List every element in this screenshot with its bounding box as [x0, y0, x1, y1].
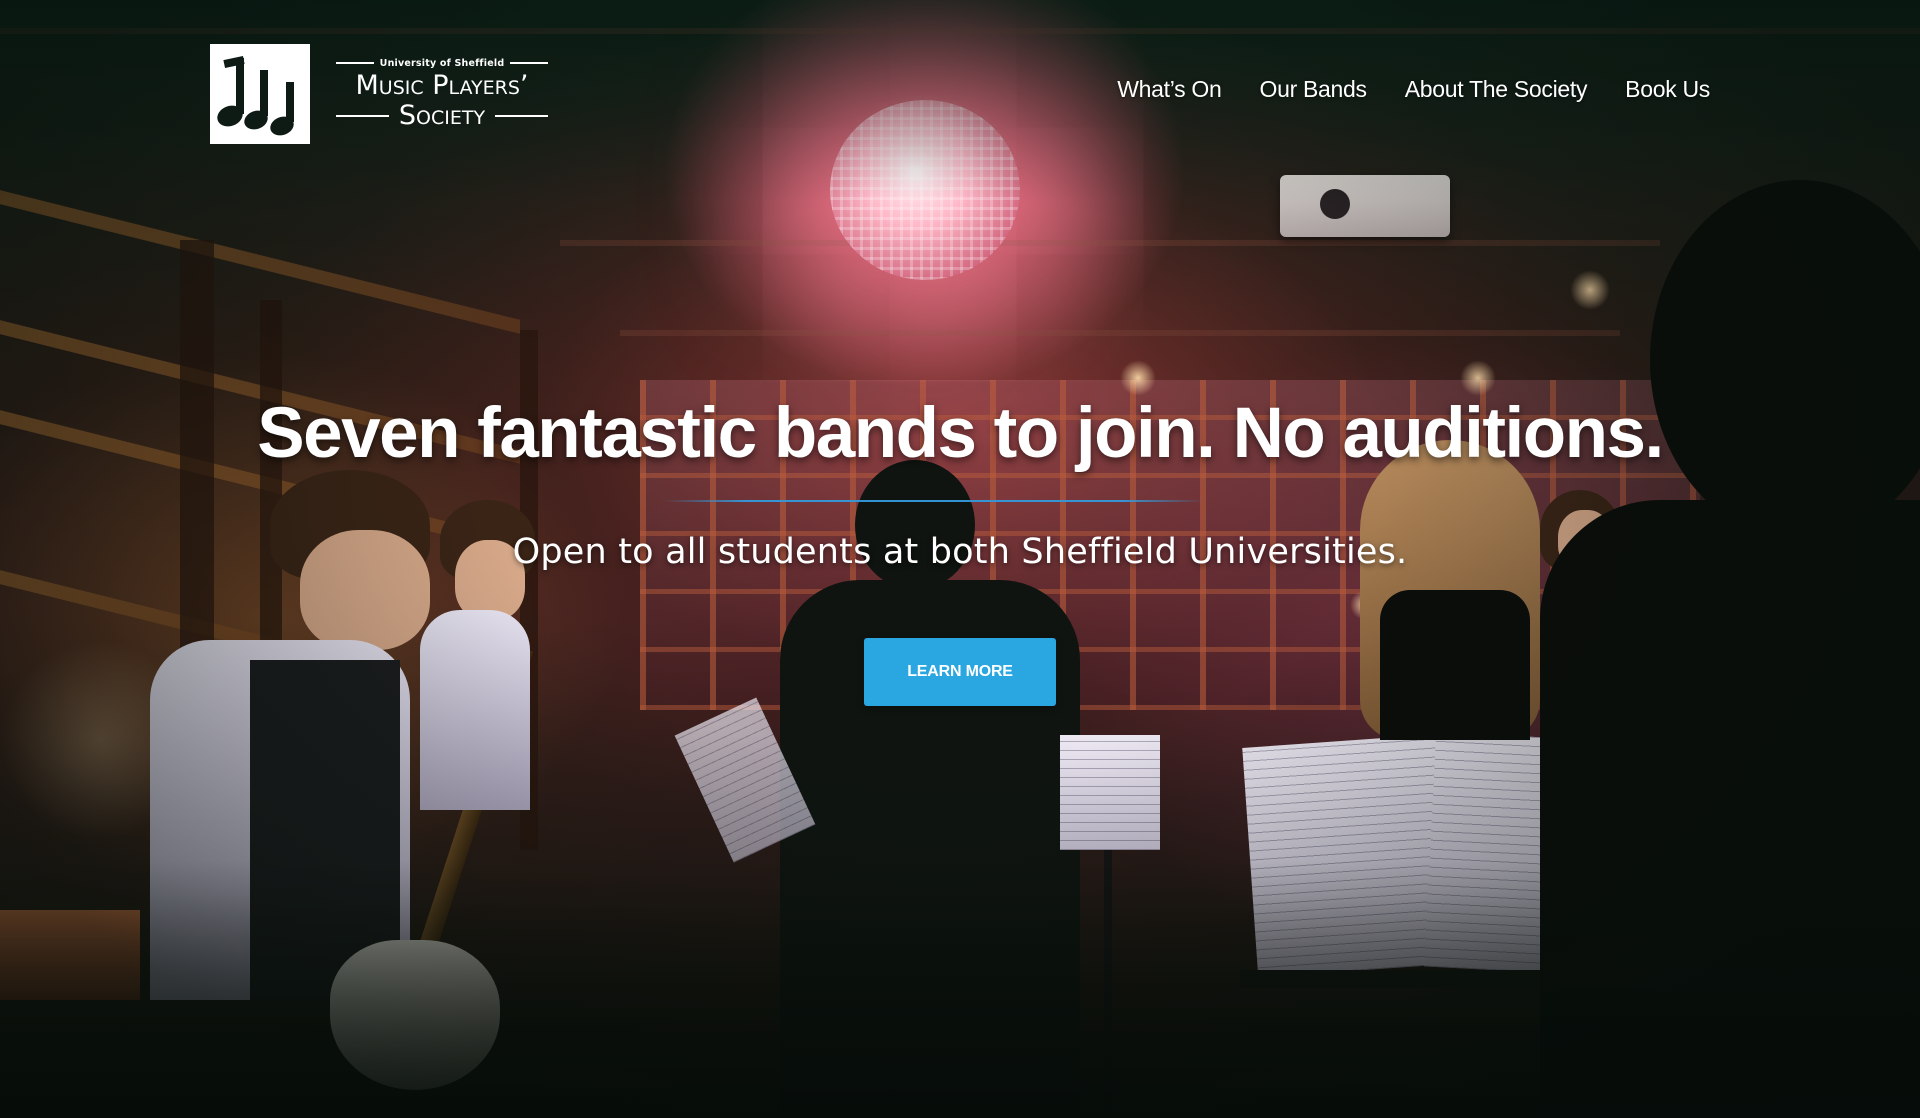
nav-link-book-us[interactable]: Book Us [1625, 76, 1710, 103]
logo-bottom-line: Society [336, 99, 548, 131]
site-logo[interactable]: University of Sheffield Music Players’ S… [210, 44, 548, 144]
nav-link-about-the-society[interactable]: About The Society [1405, 76, 1588, 103]
nav-link-our-bands[interactable]: Our Bands [1259, 76, 1367, 103]
logo-main-text: Music Players’ [355, 69, 529, 101]
nav-link-whats-on[interactable]: What’s On [1117, 76, 1222, 103]
logo-top-line: University of Sheffield [336, 58, 548, 69]
site-header: University of Sheffield Music Players’ S… [0, 0, 1920, 190]
logo-society-text: Society [398, 99, 486, 131]
learn-more-button[interactable]: LEARN MORE [864, 638, 1056, 706]
logo-university-text: University of Sheffield [379, 57, 505, 69]
logo-wordmark: University of Sheffield Music Players’ S… [336, 58, 548, 131]
hero-title: Seven fantastic bands to join. No auditi… [257, 394, 1664, 473]
hero-subtitle: Open to all students at both Sheffield U… [512, 532, 1408, 572]
hero-divider [664, 500, 1204, 502]
hero-content: Seven fantastic bands to join. No auditi… [0, 390, 1920, 706]
music-note-logo-icon [210, 44, 310, 144]
main-navigation: What’s On Our Bands About The Society Bo… [1117, 76, 1710, 103]
